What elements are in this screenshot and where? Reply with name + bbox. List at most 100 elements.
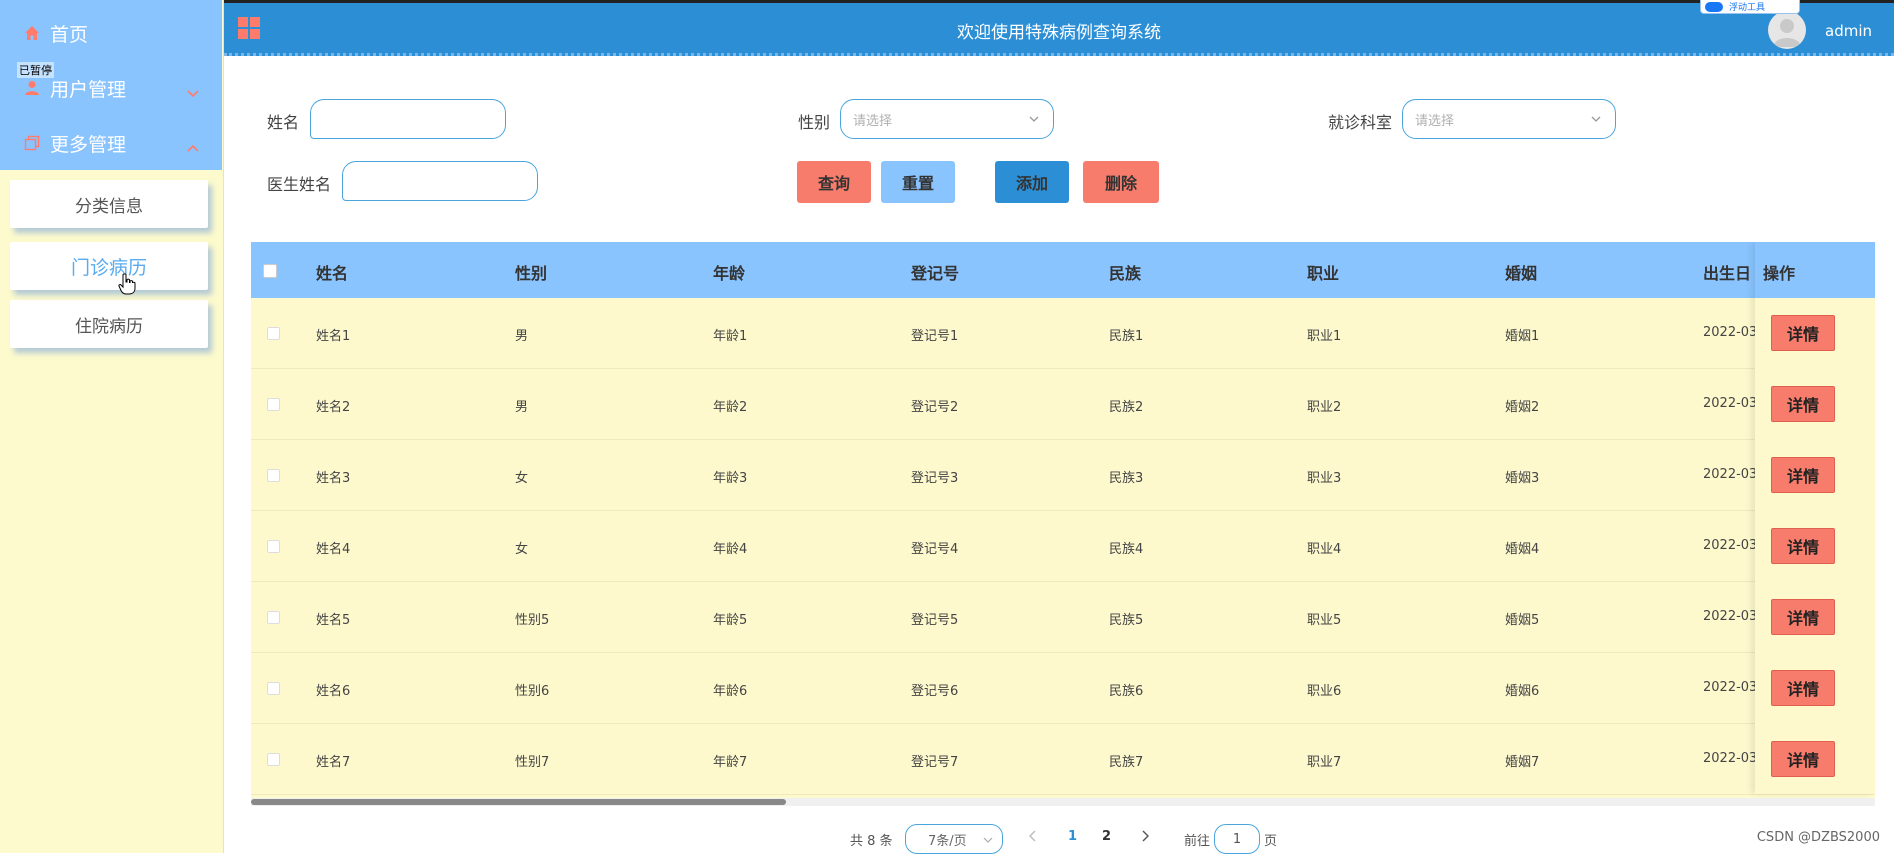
page-size-select[interactable]: 7条/页 bbox=[905, 824, 1003, 854]
page-size-value: 7条/页 bbox=[928, 833, 967, 849]
row-checkbox[interactable] bbox=[267, 540, 280, 553]
column-header[interactable]: 职业 bbox=[1307, 260, 1339, 284]
detail-button[interactable]: 详情 bbox=[1771, 457, 1835, 493]
detail-button[interactable]: 详情 bbox=[1771, 670, 1835, 706]
copy-icon bbox=[22, 133, 42, 153]
column-header[interactable]: 登记号 bbox=[911, 260, 959, 284]
chevron-up-icon bbox=[186, 136, 200, 158]
table-cell: 登记号6 bbox=[911, 684, 959, 699]
column-header[interactable]: 婚姻 bbox=[1505, 260, 1537, 284]
detail-button[interactable]: 详情 bbox=[1771, 599, 1835, 635]
table-cell: 年龄2 bbox=[713, 400, 748, 415]
sidebar-item-label: 用户管理 bbox=[50, 78, 127, 101]
sidebar-item-home[interactable]: 首页 bbox=[0, 6, 222, 60]
table-cell: 2022-03- bbox=[1703, 680, 1763, 695]
table-cell: 女 bbox=[515, 471, 529, 486]
row-checkbox[interactable] bbox=[267, 753, 280, 766]
detail-button[interactable]: 详情 bbox=[1771, 315, 1835, 351]
row-checkbox[interactable] bbox=[267, 327, 280, 340]
table-cell: 性别5 bbox=[515, 613, 550, 628]
submenu-inpatient-records[interactable]: 住院病历 bbox=[10, 300, 208, 348]
table-cell: 民族7 bbox=[1109, 755, 1144, 770]
add-button[interactable]: 添加 bbox=[995, 161, 1069, 203]
submenu-category-info[interactable]: 分类信息 bbox=[10, 180, 208, 228]
table-row[interactable]: 姓名4 女 年龄4 登记号4 民族4 职业4 婚姻4 2022-03- bbox=[251, 511, 1875, 582]
table-cell: 职业3 bbox=[1307, 471, 1342, 486]
sidebar-item-label: 首页 bbox=[50, 23, 89, 46]
table-cell: 婚姻3 bbox=[1505, 471, 1540, 486]
prev-page-icon[interactable] bbox=[1028, 830, 1038, 846]
table-row[interactable]: 姓名1 男 年龄1 登记号1 民族1 职业1 婚姻1 2022-03- bbox=[251, 298, 1875, 369]
table-cell: 民族1 bbox=[1109, 329, 1144, 344]
table-cell: 登记号5 bbox=[911, 613, 959, 628]
chevron-down-icon bbox=[186, 81, 200, 103]
chevron-down-icon bbox=[1589, 112, 1603, 130]
gender-select[interactable]: 请选择 bbox=[840, 99, 1054, 139]
table-row[interactable]: 姓名2 男 年龄2 登记号2 民族2 职业2 婚姻2 2022-03- bbox=[251, 369, 1875, 440]
table-cell: 2022-03- bbox=[1703, 609, 1763, 624]
submenu-outpatient-records[interactable]: 门诊病历 bbox=[10, 242, 208, 290]
table-cell: 年龄5 bbox=[713, 613, 748, 628]
page-number[interactable]: 2 bbox=[1102, 829, 1111, 844]
column-header[interactable]: 出生日 bbox=[1703, 260, 1751, 284]
name-input[interactable] bbox=[310, 99, 506, 139]
detail-button[interactable]: 详情 bbox=[1771, 528, 1835, 564]
table-cell: 婚姻5 bbox=[1505, 613, 1540, 628]
table-cell: 男 bbox=[515, 329, 529, 344]
detail-button[interactable]: 详情 bbox=[1771, 741, 1835, 777]
scrollbar-thumb[interactable] bbox=[251, 799, 786, 805]
table-cell: 职业6 bbox=[1307, 684, 1342, 699]
table-cell: 登记号4 bbox=[911, 542, 959, 557]
horizontal-scrollbar[interactable] bbox=[251, 798, 1875, 806]
table-row[interactable]: 姓名7 性别7 年龄7 登记号7 民族7 职业7 婚姻7 2022-03- bbox=[251, 724, 1875, 795]
column-header[interactable]: 年龄 bbox=[713, 260, 745, 284]
gender-label: 性别 bbox=[798, 113, 831, 132]
dept-select[interactable]: 请选择 bbox=[1402, 99, 1616, 139]
table-cell: 登记号1 bbox=[911, 329, 959, 344]
table-cell: 登记号3 bbox=[911, 471, 959, 486]
select-all-checkbox[interactable] bbox=[263, 264, 277, 278]
goto-page-input[interactable]: 1 bbox=[1214, 824, 1260, 854]
submenu-label: 分类信息 bbox=[75, 196, 143, 217]
table-cell: 年龄3 bbox=[713, 471, 748, 486]
column-header[interactable]: 姓名 bbox=[316, 260, 348, 284]
reset-button[interactable]: 重置 bbox=[881, 161, 955, 203]
table-row[interactable]: 姓名6 性别6 年龄6 登记号6 民族6 职业6 婚姻6 2022-03- bbox=[251, 653, 1875, 724]
table-cell: 婚姻4 bbox=[1505, 542, 1540, 557]
doctor-label: 医生姓名 bbox=[267, 175, 332, 194]
query-button[interactable]: 查询 bbox=[797, 161, 871, 203]
row-checkbox[interactable] bbox=[267, 469, 280, 482]
table-cell: 职业2 bbox=[1307, 400, 1342, 415]
next-page-icon[interactable] bbox=[1140, 830, 1150, 846]
column-header[interactable]: 性别 bbox=[515, 260, 547, 284]
table-cell: 2022-03- bbox=[1703, 467, 1763, 482]
avatar[interactable] bbox=[1768, 11, 1806, 49]
table-cell: 2022-03- bbox=[1703, 751, 1763, 766]
table-row[interactable]: 姓名3 女 年龄3 登记号3 民族3 职业3 婚姻3 2022-03- bbox=[251, 440, 1875, 511]
table-row[interactable]: 姓名5 性别5 年龄5 登记号5 民族5 职业5 婚姻5 2022-03- bbox=[251, 582, 1875, 653]
table-cell: 姓名6 bbox=[316, 684, 351, 699]
user-icon bbox=[22, 78, 42, 98]
detail-button[interactable]: 详情 bbox=[1771, 386, 1835, 422]
floating-toolbar-badge[interactable]: 浮动工具 bbox=[1700, 0, 1800, 14]
table-cell: 女 bbox=[515, 542, 529, 557]
table-cell: 姓名1 bbox=[316, 329, 351, 344]
table-cell: 性别6 bbox=[515, 684, 550, 699]
row-checkbox[interactable] bbox=[267, 682, 280, 695]
row-checkbox[interactable] bbox=[267, 611, 280, 624]
row-checkbox[interactable] bbox=[267, 398, 280, 411]
sidebar-item-users[interactable]: 用户管理 bbox=[0, 61, 222, 115]
delete-button[interactable]: 删除 bbox=[1083, 161, 1159, 203]
table-cell: 职业7 bbox=[1307, 755, 1342, 770]
doctor-input[interactable] bbox=[342, 161, 538, 201]
column-header[interactable]: 民族 bbox=[1109, 260, 1141, 284]
operation-column: 操作 详情 详情 详情 详情 详情 详情 详情 bbox=[1755, 242, 1875, 794]
sidebar-menu: 首页 已暂停 用户管理 更多管理 bbox=[0, 0, 222, 170]
table-cell: 2022-03- bbox=[1703, 538, 1763, 553]
table-cell: 登记号2 bbox=[911, 400, 959, 415]
sidebar-item-more[interactable]: 更多管理 bbox=[0, 116, 222, 170]
gender-placeholder: 请选择 bbox=[853, 113, 893, 129]
page-number-current[interactable]: 1 bbox=[1068, 829, 1077, 844]
table-cell: 职业5 bbox=[1307, 613, 1342, 628]
user-name[interactable]: admin bbox=[1825, 22, 1872, 40]
